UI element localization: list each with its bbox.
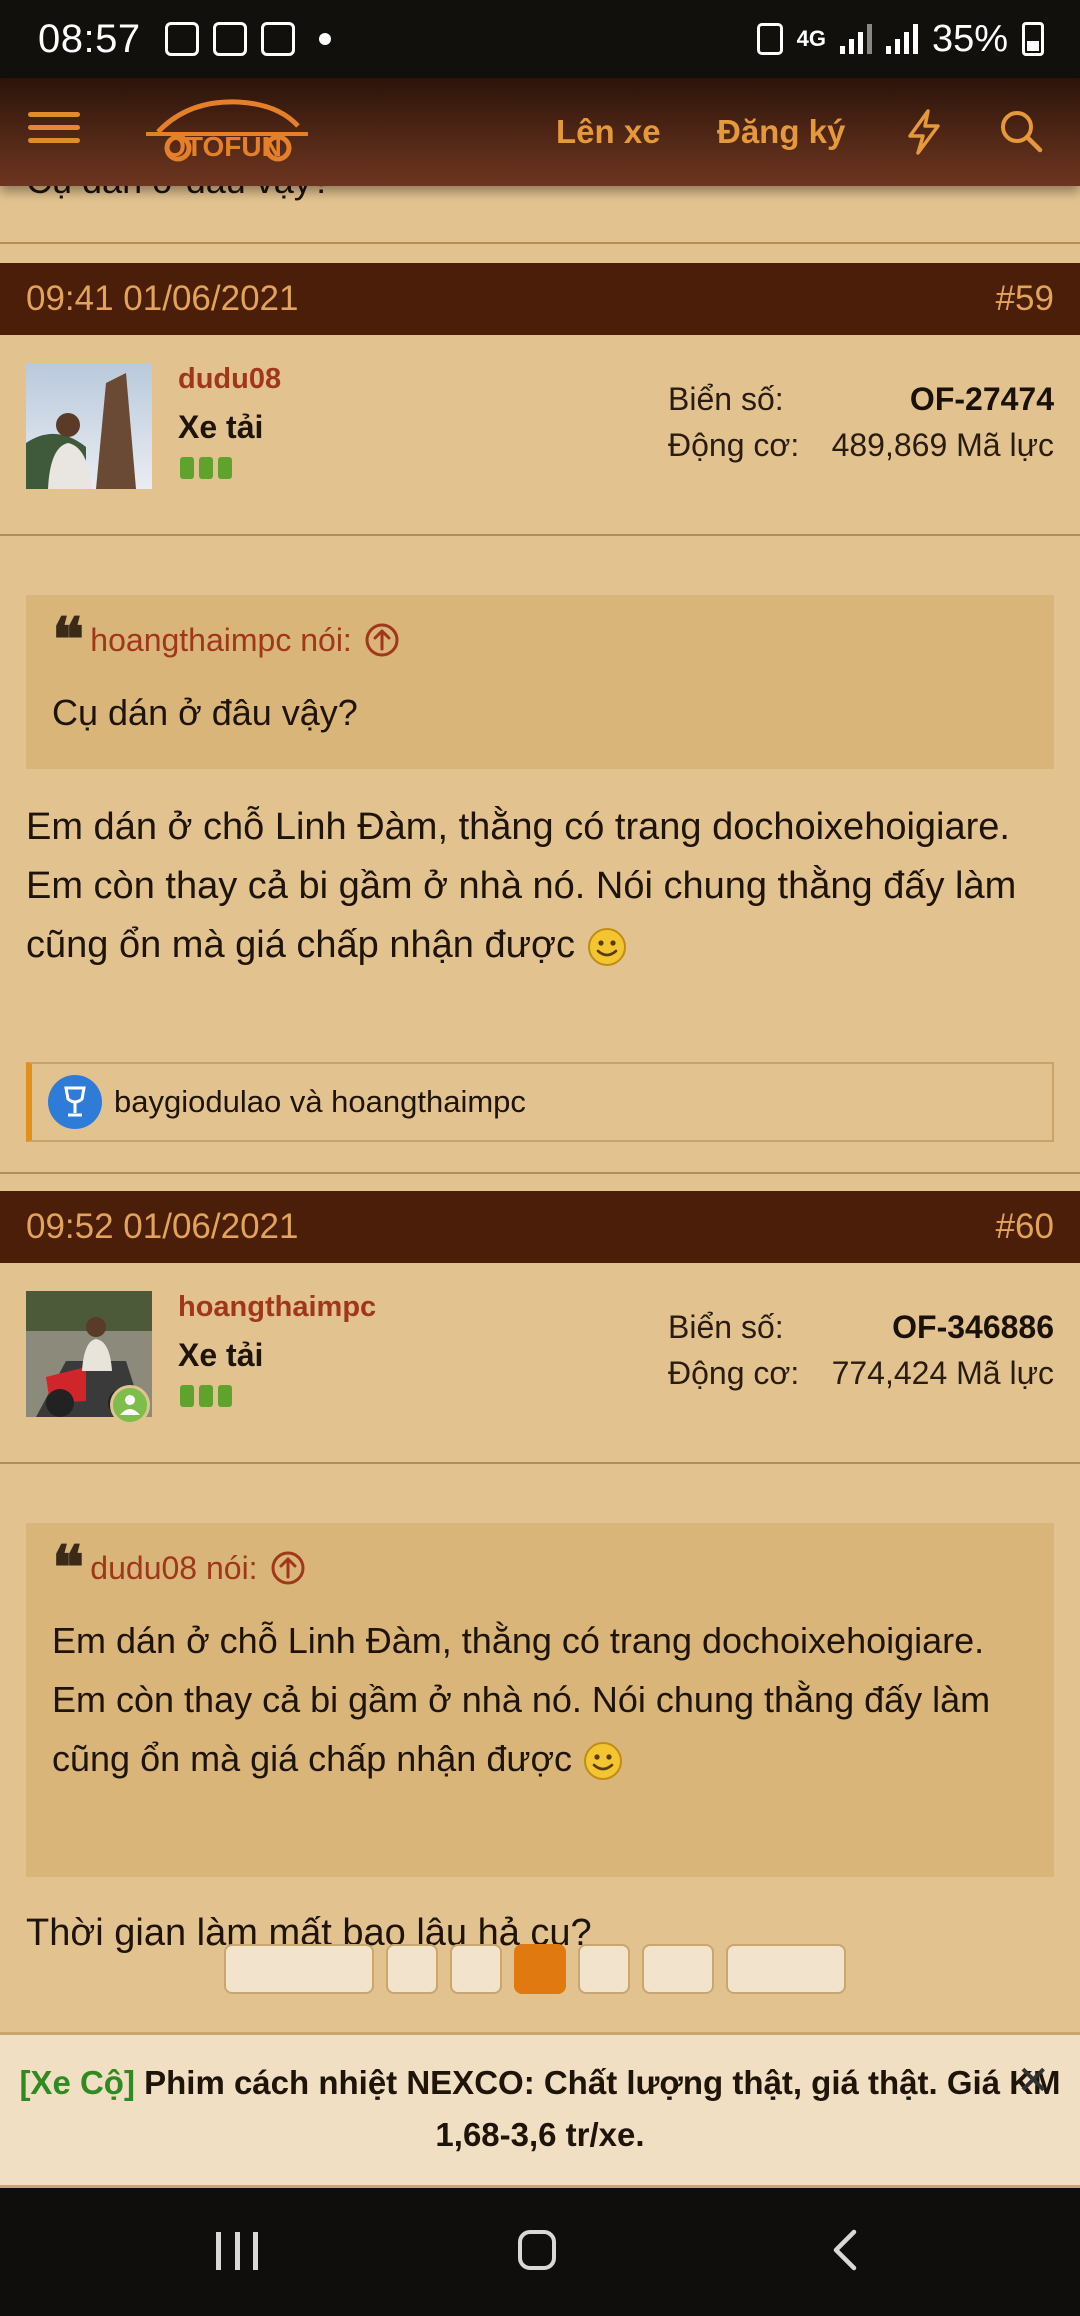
quote-text-content: Em dán ở chỗ Linh Đàm, thằng có trang do… [52, 1620, 991, 1779]
pager-next[interactable] [726, 1944, 846, 1994]
pager-page[interactable] [450, 1944, 502, 1994]
rank-bars [180, 457, 232, 479]
post-datetime[interactable]: 09:41 01/06/2021 [26, 279, 298, 319]
plate-value: OF-346886 [892, 1309, 1054, 1345]
reaction-users[interactable]: baygiodulao và hoangthaimpc [114, 1084, 526, 1120]
username[interactable]: dudu08 [178, 363, 281, 396]
plate-label: Biển số: [668, 1309, 784, 1345]
system-nav-bar [0, 2188, 1080, 2316]
otofun-logo[interactable]: OTOFUN [128, 92, 318, 172]
ad-text[interactable]: Phim cách nhiệt NEXCO: Chất lượng thật, … [144, 2064, 1060, 2153]
arrow-up-circle-icon[interactable] [364, 622, 400, 658]
avatar[interactable] [26, 363, 152, 489]
username[interactable]: hoangthaimpc [178, 1291, 376, 1324]
post-datetime[interactable]: 09:52 01/06/2021 [26, 1207, 298, 1247]
online-status-icon [110, 1385, 150, 1425]
ad-banner[interactable]: [Xe Cộ] Phim cách nhiệt NEXCO: Chất lượn… [0, 2032, 1080, 2188]
pager-page[interactable] [642, 1944, 714, 1994]
quote-block: ❝ dudu08 nói: Em dán ở chỗ Linh Đàm, thằ… [26, 1523, 1054, 1877]
quote-block: ❝ hoangthaimpc nói: Cụ dán ở đâu vậy? [26, 595, 1054, 769]
notification-icons [164, 22, 331, 56]
bolt-icon[interactable] [902, 108, 946, 156]
pager-page[interactable] [386, 1944, 438, 1994]
pager-prev[interactable] [224, 1944, 374, 1994]
engine-value: 774,424 Mã lực [831, 1355, 1054, 1391]
data-saver-icon [756, 23, 783, 55]
register-link[interactable]: Đăng ký [717, 78, 845, 186]
search-icon[interactable] [998, 108, 1044, 154]
quote-author[interactable]: dudu08 nói: [90, 1550, 257, 1587]
recents-icon[interactable] [216, 2232, 258, 2270]
status-bar: 08:57 4G 35% [0, 0, 1080, 78]
post-user-info: hoangthaimpc Xe tải Biển số: OF-346886 Đ… [0, 1263, 1080, 1463]
quote-author[interactable]: hoangthaimpc nói: [90, 622, 352, 659]
menu-icon[interactable] [28, 104, 80, 156]
post-header: 09:41 01/06/2021 #59 [0, 263, 1080, 335]
signal-1-icon [839, 24, 872, 54]
home-icon[interactable] [518, 2230, 556, 2270]
reaction-icon [48, 1075, 102, 1129]
svg-text:OTOFUN: OTOFUN [164, 131, 282, 162]
smiley-emoji-icon [584, 1742, 623, 1781]
divider [0, 242, 1080, 244]
reactions-bar[interactable]: baygiodulao và hoangthaimpc [26, 1062, 1054, 1142]
gallery-notification-icon [164, 22, 199, 56]
more-notifications-dot-icon [318, 33, 331, 45]
status-time: 08:57 [38, 16, 141, 61]
back-icon[interactable] [826, 2228, 866, 2272]
quote-icon: ❝ [52, 605, 85, 675]
smiley-emoji-icon [587, 927, 626, 966]
pagination [224, 1944, 846, 1994]
user-title: Xe tải [178, 1337, 264, 1373]
plate-label: Biển số: [668, 381, 784, 417]
post-message: Em dán ở chỗ Linh Đàm, thằng có trang do… [26, 798, 1066, 975]
post-number[interactable]: #60 [996, 1207, 1054, 1247]
quote-icon: ❝ [52, 1533, 85, 1603]
post-number[interactable]: #59 [996, 279, 1054, 319]
network-type: 4G [796, 26, 826, 51]
battery-icon [1022, 22, 1044, 56]
arrow-up-circle-icon[interactable] [270, 1550, 306, 1586]
engine-value: 489,869 Mã lực [831, 427, 1054, 463]
pager-current-page[interactable] [514, 1944, 566, 1994]
post-header: 09:52 01/06/2021 #60 [0, 1191, 1080, 1263]
rank-bars [180, 1385, 232, 1407]
shield-notification-icon [212, 22, 247, 56]
pager-page[interactable] [578, 1944, 630, 1994]
engine-label: Động cơ: [668, 427, 800, 463]
previous-post-text: Cụ dán ở đâu vậy? [26, 186, 332, 202]
post-user-info: dudu08 Xe tải Biển số: OF-27474 Động cơ:… [0, 335, 1080, 535]
shop-notification-icon [260, 22, 295, 56]
divider [0, 1462, 1080, 1464]
engine-label: Động cơ: [668, 1355, 800, 1391]
close-icon[interactable]: ✕ [1016, 2061, 1050, 2101]
ad-tag: [Xe Cộ] [19, 2064, 135, 2101]
site-header: OTOFUN Lên xe Đăng ký [0, 78, 1080, 186]
thread-content[interactable]: Cụ dán ở đâu vậy? 09:41 01/06/2021 #59 d… [0, 186, 1080, 2036]
signal-2-icon [885, 24, 918, 54]
divider [0, 534, 1080, 536]
quote-text: Cụ dán ở đâu vậy? [52, 692, 358, 733]
login-link[interactable]: Lên xe [556, 78, 661, 186]
divider [0, 1172, 1080, 1174]
post-message-text: Em dán ở chỗ Linh Đàm, thằng có trang do… [26, 806, 1017, 966]
user-title: Xe tải [178, 409, 264, 445]
quote-text: Em dán ở chỗ Linh Đàm, thằng có trang do… [52, 1611, 1028, 1788]
avatar[interactable] [26, 1291, 152, 1425]
battery-percent: 35% [931, 17, 1008, 60]
plate-value: OF-27474 [909, 381, 1054, 417]
